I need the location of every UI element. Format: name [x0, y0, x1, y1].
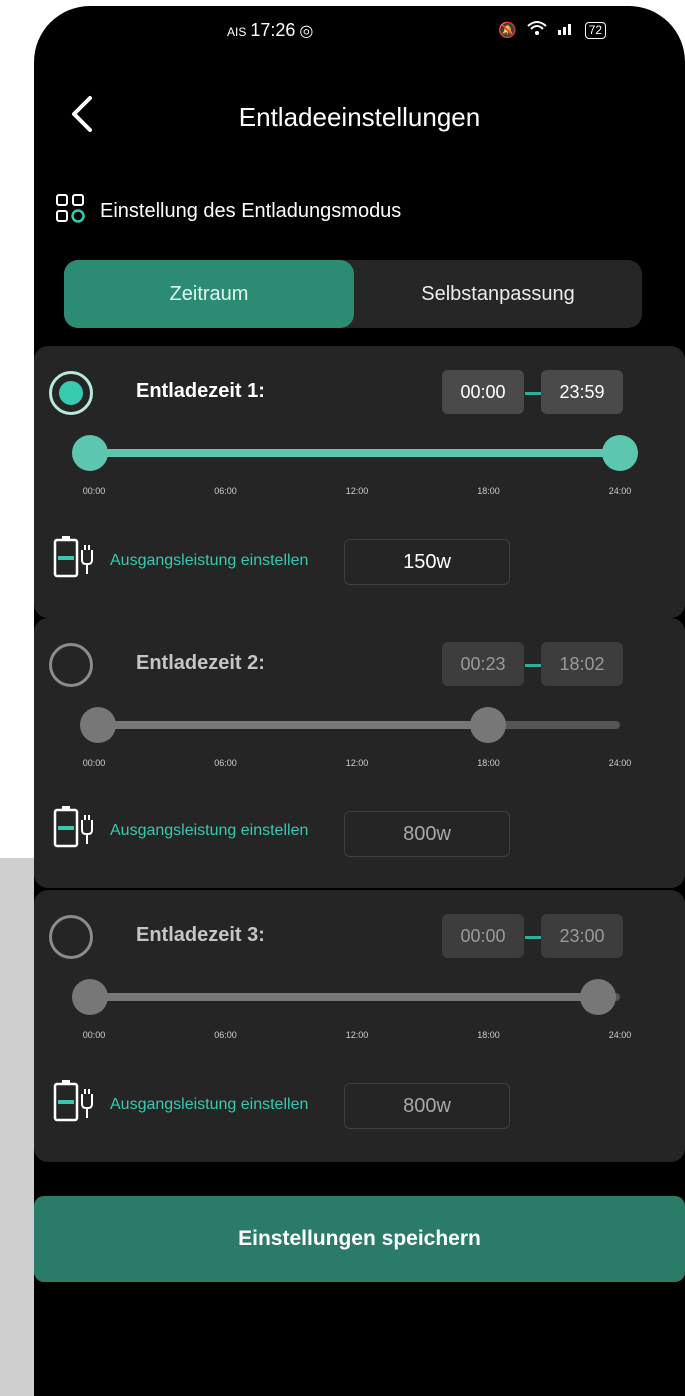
- discharge-slot-card-1: Entladezeit 1: 00:00 23:59 00:00 06:00 12:…: [34, 346, 685, 618]
- tab-selbstanpassung[interactable]: Selbstanpassung: [354, 260, 642, 328]
- slider-end-handle[interactable]: [470, 707, 507, 743]
- tick-label: 18:00: [477, 1030, 500, 1040]
- slot-1-ticks: 00:00 06:00 12:00 18:00 24:00: [83, 486, 632, 498]
- slider-start-handle[interactable]: [80, 707, 117, 743]
- tick-label: 18:00: [477, 486, 500, 496]
- slot-3-power-row: Ausgangsleistung einstellen: [52, 1080, 308, 1129]
- tick-label: 12:00: [345, 758, 369, 768]
- battery-plug-icon: [52, 806, 98, 855]
- tab-zeitraum[interactable]: Zeitraum: [64, 260, 354, 328]
- slot-1-end-time[interactable]: 23:59: [541, 370, 623, 414]
- discharge-slot-card-2: Entladezeit 2: 00:23 18:02 00:00 06:00 12:…: [34, 618, 685, 888]
- slot-2-power-input[interactable]: 800w: [344, 811, 510, 857]
- slider-end-handle[interactable]: [601, 435, 638, 471]
- slot-2-radio[interactable]: [49, 643, 93, 687]
- shield-icon: ◎: [299, 23, 314, 40]
- tick-label: 06:00: [214, 758, 237, 768]
- slot-3-start-time[interactable]: 00:00: [442, 914, 524, 958]
- slot-2-power-row: Ausgangsleistung einstellen: [52, 806, 308, 855]
- tick-label: 24:00: [608, 486, 632, 496]
- slider-selected-range: [90, 993, 598, 1001]
- carrier-label: AIS: [227, 25, 247, 39]
- grid-icon: [54, 192, 86, 230]
- clock: 17:26: [250, 20, 296, 40]
- mode-section-label: Einstellung des Entladungsmodus: [100, 199, 402, 222]
- slot-1-power-row: Ausgangsleistung einstellen: [52, 536, 308, 585]
- mute-icon: 🔕: [498, 22, 517, 39]
- slot-3-radio[interactable]: [49, 915, 93, 959]
- slot-2-end-time[interactable]: 18:02: [541, 642, 623, 686]
- save-settings-button[interactable]: Einstellungen speichern: [34, 1196, 685, 1282]
- mode-section-header: Einstellung des Entladungsmodus: [54, 192, 401, 230]
- slot-1-radio[interactable]: [49, 371, 93, 415]
- phone-screen: AIS 17:26 ◎ 🔕 72 Entladeeinstellungen Ei…: [34, 6, 685, 1396]
- slider-end-handle[interactable]: [579, 979, 616, 1015]
- battery-plug-icon: [52, 536, 98, 585]
- discharge-slot-card-3: Entladezeit 3: 00:00 23:00 00:00 06:00 12:…: [34, 890, 685, 1162]
- slot-1-power-label: Ausgangsleistung einstellen: [110, 551, 309, 569]
- slider-start-handle[interactable]: [72, 435, 108, 471]
- slot-1-title: Entladezeit 1:: [136, 380, 265, 402]
- slot-3-title: Entladezeit 3:: [136, 924, 265, 946]
- tick-label: 06:00: [214, 1030, 237, 1040]
- status-bar-left: AIS 17:26 ◎: [227, 20, 313, 41]
- tick-label: 00:00: [82, 1030, 106, 1040]
- tick-label: 06:00: [214, 486, 237, 496]
- slot-2-power-label: Ausgangsleistung einstellen: [110, 821, 309, 839]
- tick-label: 00:00: [82, 758, 106, 768]
- slider-selected-range: [90, 449, 620, 457]
- slot-2-ticks: 00:00 06:00 12:00 18:00 24:00: [83, 758, 632, 770]
- tick-label: 24:00: [608, 1030, 632, 1040]
- slot-3-ticks: 00:00 06:00 12:00 18:00 24:00: [83, 1030, 632, 1042]
- signal-icon: [557, 21, 575, 39]
- slider-selected-range: [98, 721, 489, 729]
- slot-1-power-input[interactable]: 150w: [344, 539, 510, 585]
- battery-plug-icon: [52, 1080, 98, 1129]
- mode-tabs: Zeitraum Selbstanpassung: [64, 260, 642, 328]
- slot-3-power-input[interactable]: 800w: [344, 1083, 510, 1129]
- tick-label: 12:00: [345, 486, 369, 496]
- slot-2-start-time[interactable]: 00:23: [442, 642, 524, 686]
- page-title: Entladeeinstellungen: [238, 102, 481, 132]
- status-bar-right: 🔕 72: [498, 20, 607, 40]
- slot-2-title: Entladezeit 2:: [136, 652, 265, 674]
- tick-label: 12:00: [345, 1030, 369, 1040]
- battery-icon: 72: [584, 21, 607, 39]
- slot-3-power-label: Ausgangsleistung einstellen: [110, 1095, 309, 1113]
- wifi-icon: [527, 20, 547, 40]
- slider-start-handle[interactable]: [72, 979, 108, 1015]
- tick-label: 00:00: [82, 486, 106, 496]
- tick-label: 24:00: [608, 758, 632, 768]
- slot-3-end-time[interactable]: 23:00: [541, 914, 623, 958]
- tick-label: 18:00: [477, 758, 500, 768]
- slot-1-start-time[interactable]: 00:00: [442, 370, 524, 414]
